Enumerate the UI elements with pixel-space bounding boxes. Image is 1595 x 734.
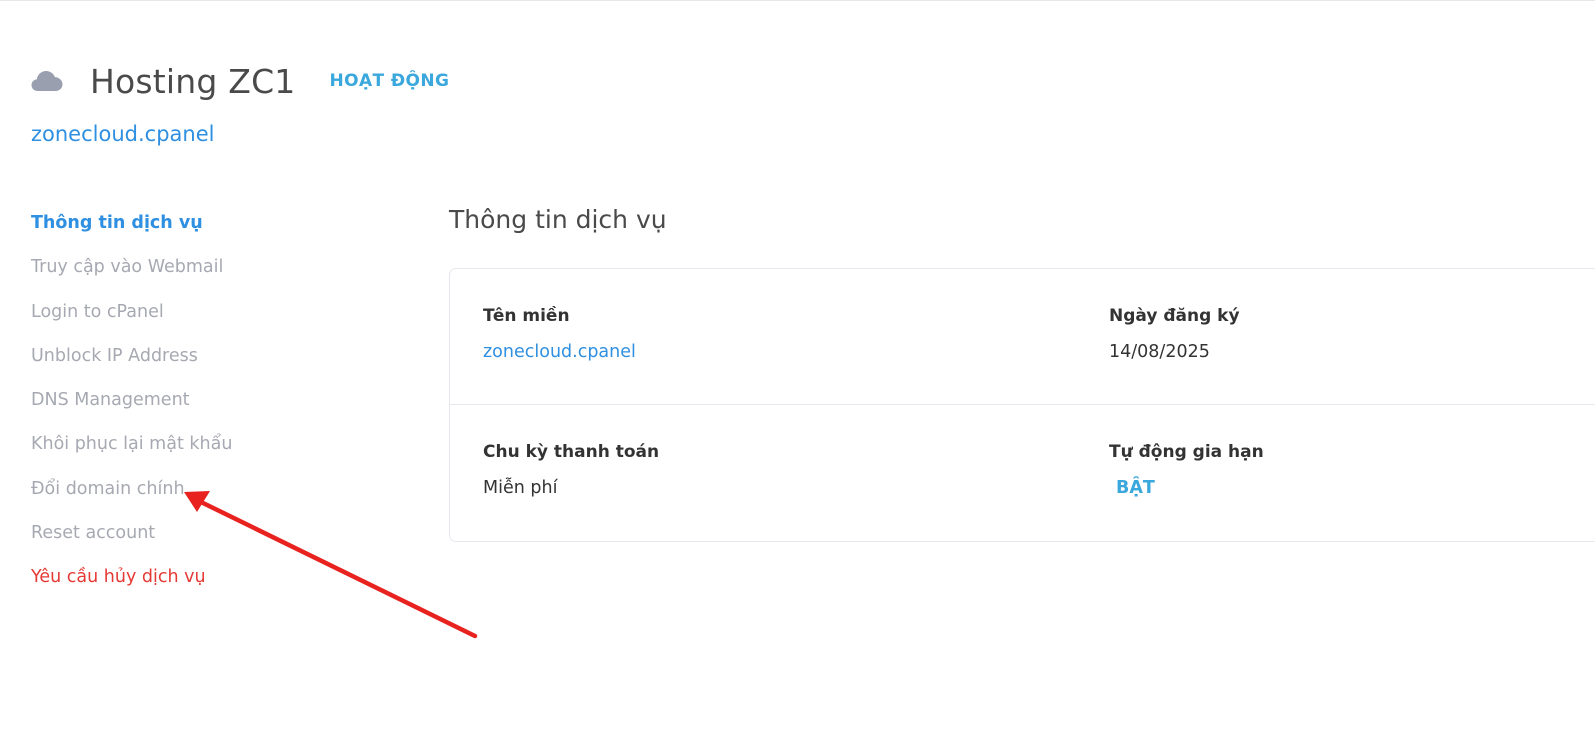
auto-renew-status: BẬT — [1116, 478, 1155, 498]
sidebar-item-cpanel-login[interactable]: Login to cPanel — [31, 297, 361, 341]
sidebar-item-reset-password[interactable]: Khôi phục lại mật khẩu — [31, 429, 361, 473]
auto-renew-label: Tự động gia hạn — [1109, 442, 1264, 462]
service-info-card: Tên miền zonecloud.cpanel Ngày đăng ký 1… — [449, 268, 1595, 542]
sidebar-item-dns-management[interactable]: DNS Management — [31, 385, 361, 429]
sidebar-item-service-info[interactable]: Thông tin dịch vụ — [31, 208, 361, 252]
card-row: Tên miền zonecloud.cpanel Ngày đăng ký 1… — [450, 269, 1595, 405]
sidebar-item-reset-account[interactable]: Reset account — [31, 518, 361, 562]
registration-date-field: Ngày đăng ký 14/08/2025 — [1109, 269, 1240, 362]
domain-value-link[interactable]: zonecloud.cpanel — [483, 342, 636, 362]
section-title: Thông tin dịch vụ — [449, 205, 667, 234]
sidebar-item-unblock-ip[interactable]: Unblock IP Address — [31, 341, 361, 385]
service-domain-link[interactable]: zonecloud.cpanel — [31, 122, 214, 146]
sidebar-item-change-main-domain[interactable]: Đổi domain chính — [31, 474, 361, 518]
sidebar-item-cancel-service[interactable]: Yêu cầu hủy dịch vụ — [31, 562, 361, 606]
billing-cycle-label: Chu kỳ thanh toán — [483, 442, 660, 462]
domain-field: Tên miền zonecloud.cpanel — [483, 269, 636, 362]
status-badge: HOẠT ĐỘNG — [329, 71, 450, 91]
sidebar-item-webmail[interactable]: Truy cập vào Webmail — [31, 252, 361, 296]
registration-date-value: 14/08/2025 — [1109, 342, 1210, 362]
billing-cycle-value: Miễn phí — [483, 478, 558, 498]
auto-renew-field: Tự động gia hạn BẬT — [1109, 405, 1264, 498]
top-divider — [0, 0, 1595, 1]
billing-cycle-field: Chu kỳ thanh toán Miễn phí — [483, 405, 659, 498]
registration-date-label: Ngày đăng ký — [1109, 306, 1240, 326]
domain-label: Tên miền — [483, 306, 570, 326]
card-row: Chu kỳ thanh toán Miễn phí Tự động gia h… — [450, 405, 1595, 540]
page-title: Hosting ZC1 — [90, 61, 296, 101]
cloud-icon — [31, 70, 63, 92]
page-header: Hosting ZC1 HOẠT ĐỘNG — [31, 58, 449, 104]
sidebar-nav: Thông tin dịch vụ Truy cập vào Webmail L… — [31, 208, 361, 607]
